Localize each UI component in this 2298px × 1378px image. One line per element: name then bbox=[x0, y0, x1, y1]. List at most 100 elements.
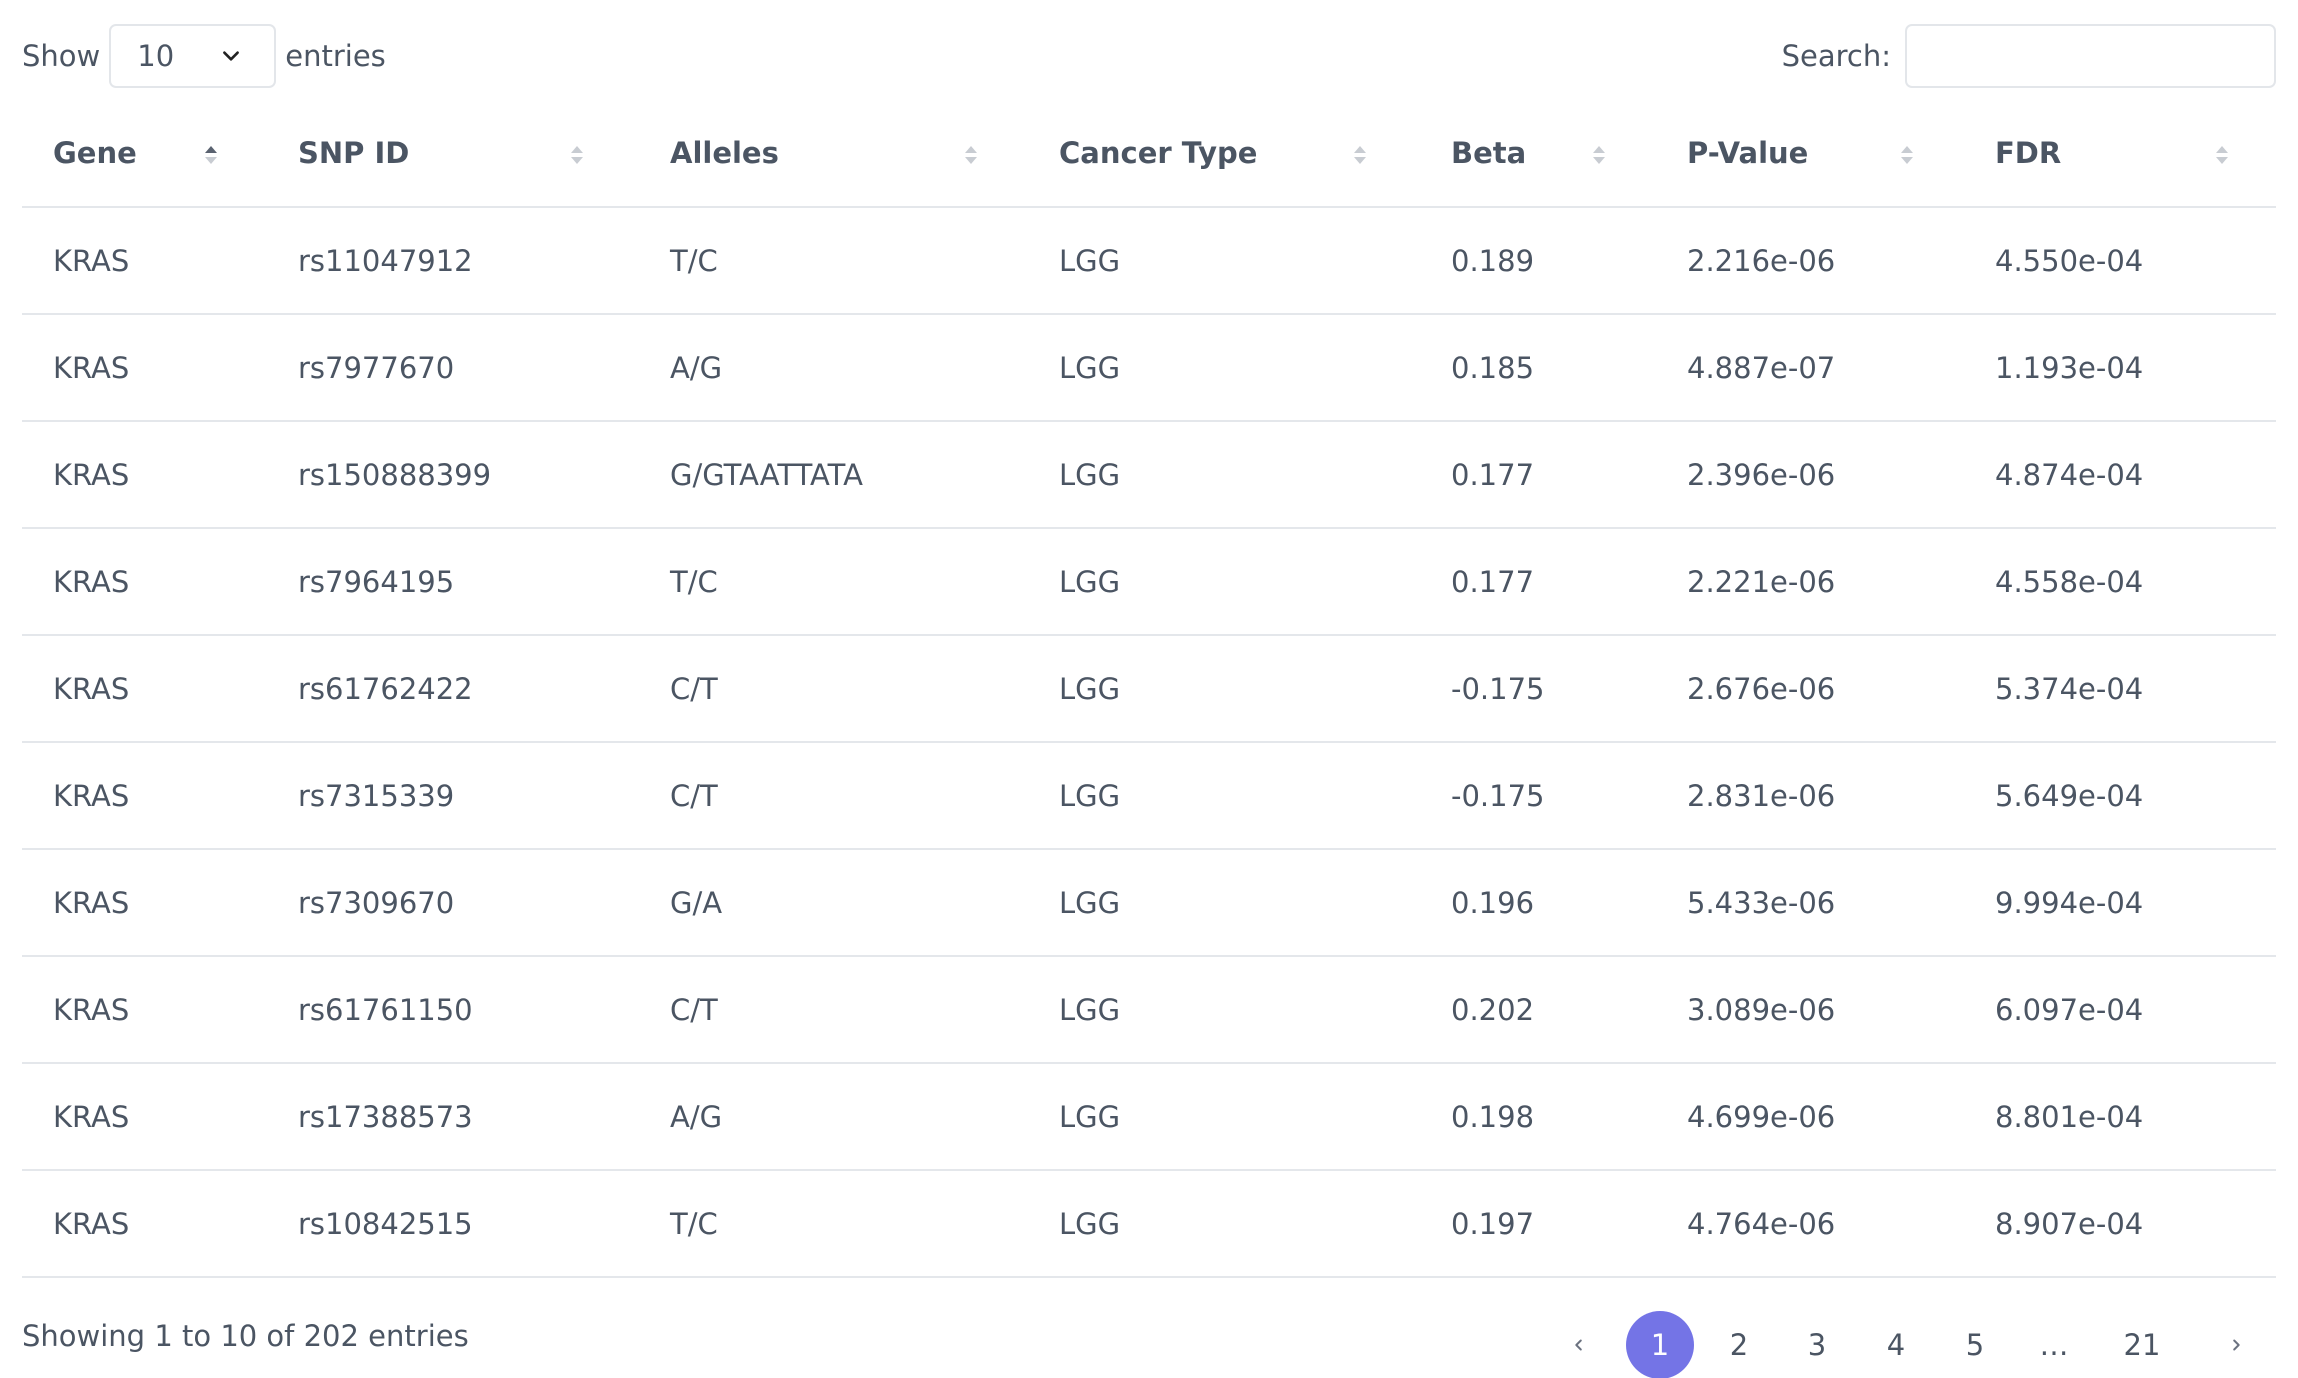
table-row[interactable]: KRAS rs10842515 T/C LGG 0.197 4.764e-06 8.907e… bbox=[22, 1170, 2276, 1278]
fdr-cell: 8.801e-04 bbox=[1964, 1063, 2276, 1171]
gene-cell: KRAS bbox=[22, 956, 267, 1064]
table-row[interactable]: KRAS rs150888399 G/GTAATTATA LGG 0.177 2.396e… bbox=[22, 421, 2276, 529]
snp-id-cell: rs7315339 bbox=[267, 742, 639, 850]
column-header-label: Cancer Type bbox=[1059, 135, 1258, 170]
table-row[interactable]: KRAS rs7315339 C/T LGG -0.175 2.831e-06 5.649e… bbox=[22, 742, 2276, 850]
fdr-cell: 9.994e-04 bbox=[1964, 849, 2276, 957]
gene-cell: KRAS bbox=[22, 314, 267, 422]
search-label: Search: bbox=[1781, 39, 1891, 73]
alleles-cell: A/G bbox=[639, 314, 1028, 422]
table-row[interactable]: KRAS rs7309670 G/A LGG 0.196 5.433e-06 9.994e-… bbox=[22, 849, 2276, 957]
p-value-cell: 2.396e-06 bbox=[1656, 421, 1964, 529]
snp-id-cell: rs61762422 bbox=[267, 635, 639, 743]
alleles-cell: A/G bbox=[639, 1063, 1028, 1171]
cancer-type-cell: LGG bbox=[1028, 635, 1420, 743]
column-header-gene[interactable]: Gene bbox=[22, 99, 267, 208]
cancer-type-cell: LGG bbox=[1028, 314, 1420, 422]
column-header-beta[interactable]: Beta bbox=[1420, 99, 1656, 208]
alleles-cell: T/C bbox=[639, 207, 1028, 315]
gene-cell: KRAS bbox=[22, 528, 267, 636]
table-row[interactable]: KRAS rs61762422 C/T LGG -0.175 2.676e-06 5.374… bbox=[22, 635, 2276, 743]
table-row[interactable]: KRAS rs7964195 T/C LGG 0.177 2.221e-06 4.558e-… bbox=[22, 528, 2276, 636]
pagination-page-4[interactable]: 4 bbox=[1862, 1311, 1930, 1378]
column-header-p-value[interactable]: P-Value bbox=[1656, 99, 1964, 208]
table-row[interactable]: KRAS rs11047912 T/C LGG 0.189 2.216e-06 4.550e… bbox=[22, 207, 2276, 315]
column-header-cancer-type[interactable]: Cancer Type bbox=[1028, 99, 1420, 208]
snp-id-cell: rs150888399 bbox=[267, 421, 639, 529]
pagination-previous-button[interactable] bbox=[1545, 1311, 1613, 1378]
p-value-cell: 2.221e-06 bbox=[1656, 528, 1964, 636]
alleles-cell: T/C bbox=[639, 1170, 1028, 1278]
pagination-page-3[interactable]: 3 bbox=[1783, 1311, 1851, 1378]
table-row[interactable]: KRAS rs61761150 C/T LGG 0.202 3.089e-06 6.097e… bbox=[22, 956, 2276, 1064]
beta-cell: 0.202 bbox=[1420, 956, 1656, 1064]
fdr-cell: 4.874e-04 bbox=[1964, 421, 2276, 529]
cancer-type-cell: LGG bbox=[1028, 1063, 1420, 1171]
sort-icon bbox=[965, 146, 977, 164]
fdr-cell: 1.193e-04 bbox=[1964, 314, 2276, 422]
gene-cell: KRAS bbox=[22, 849, 267, 957]
gene-cell: KRAS bbox=[22, 1063, 267, 1171]
alleles-cell: C/T bbox=[639, 635, 1028, 743]
table-body: KRAS rs11047912 T/C LGG 0.189 2.216e-06 4.550e… bbox=[22, 207, 2276, 1278]
fdr-cell: 4.558e-04 bbox=[1964, 528, 2276, 636]
p-value-cell: 4.887e-07 bbox=[1656, 314, 1964, 422]
cancer-type-cell: LGG bbox=[1028, 742, 1420, 850]
pagination-next-button[interactable] bbox=[2202, 1311, 2270, 1378]
column-header-snp-id[interactable]: SNP ID bbox=[267, 99, 639, 208]
entries-label: entries bbox=[285, 39, 386, 73]
p-value-cell: 2.676e-06 bbox=[1656, 635, 1964, 743]
fdr-cell: 6.097e-04 bbox=[1964, 956, 2276, 1064]
alleles-cell: C/T bbox=[639, 742, 1028, 850]
p-value-cell: 2.216e-06 bbox=[1656, 207, 1964, 315]
datatable-wrapper: Show 10 entries Search: Gene SNP ID Allele… bbox=[0, 0, 2298, 1378]
beta-cell: 0.185 bbox=[1420, 314, 1656, 422]
fdr-cell: 5.649e-04 bbox=[1964, 742, 2276, 850]
beta-cell: 0.189 bbox=[1420, 207, 1656, 315]
gene-cell: KRAS bbox=[22, 635, 267, 743]
cancer-type-cell: LGG bbox=[1028, 956, 1420, 1064]
entries-length-control: Show 10 entries bbox=[22, 24, 386, 88]
sort-ascending-icon bbox=[205, 146, 217, 164]
pagination-page-5[interactable]: 5 bbox=[1941, 1311, 2009, 1378]
column-header-alleles[interactable]: Alleles bbox=[639, 99, 1028, 208]
pagination-page-1[interactable]: 1 bbox=[1626, 1311, 1694, 1378]
column-header-label: Beta bbox=[1451, 135, 1527, 170]
beta-cell: 0.198 bbox=[1420, 1063, 1656, 1171]
cancer-type-cell: LGG bbox=[1028, 849, 1420, 957]
column-header-label: SNP ID bbox=[298, 135, 410, 170]
search-control: Search: bbox=[1782, 24, 2276, 88]
table-info: Showing 1 to 10 of 202 entries bbox=[22, 1319, 469, 1353]
sort-icon bbox=[1593, 146, 1605, 164]
table-header-row: Gene SNP ID Alleles Cancer Type Beta P-Value F… bbox=[22, 99, 2276, 208]
fdr-cell: 5.374e-04 bbox=[1964, 635, 2276, 743]
show-label: Show bbox=[22, 39, 101, 73]
column-header-label: Gene bbox=[53, 135, 137, 170]
sort-icon bbox=[2216, 146, 2228, 164]
fdr-cell: 8.907e-04 bbox=[1964, 1170, 2276, 1278]
table-row[interactable]: KRAS rs17388573 A/G LGG 0.198 4.699e-06 8.801e… bbox=[22, 1063, 2276, 1171]
beta-cell: -0.175 bbox=[1420, 635, 1656, 743]
table-row[interactable]: KRAS rs7977670 A/G LGG 0.185 4.887e-07 1.193e-… bbox=[22, 314, 2276, 422]
snp-id-cell: rs10842515 bbox=[267, 1170, 639, 1278]
p-value-cell: 5.433e-06 bbox=[1656, 849, 1964, 957]
cancer-type-cell: LGG bbox=[1028, 421, 1420, 529]
snp-id-cell: rs7977670 bbox=[267, 314, 639, 422]
search-input[interactable] bbox=[1905, 24, 2276, 88]
entries-select[interactable]: 10 bbox=[109, 24, 277, 88]
sort-icon bbox=[1354, 146, 1366, 164]
gene-cell: KRAS bbox=[22, 421, 267, 529]
column-header-fdr[interactable]: FDR bbox=[1964, 99, 2276, 208]
snp-id-cell: rs7309670 bbox=[267, 849, 639, 957]
beta-cell: 0.177 bbox=[1420, 421, 1656, 529]
column-header-label: FDR bbox=[1995, 135, 2062, 170]
p-value-cell: 4.764e-06 bbox=[1656, 1170, 1964, 1278]
chevron-right-icon bbox=[2233, 1339, 2240, 1351]
chevron-down-icon bbox=[223, 51, 240, 61]
column-header-label: P-Value bbox=[1687, 135, 1809, 170]
pagination-page-2[interactable]: 2 bbox=[1705, 1311, 1773, 1378]
pagination-page-21[interactable]: 21 bbox=[2108, 1311, 2176, 1378]
snp-id-cell: rs17388573 bbox=[267, 1063, 639, 1171]
chevron-left-icon bbox=[1575, 1339, 1582, 1351]
p-value-cell: 3.089e-06 bbox=[1656, 956, 1964, 1064]
